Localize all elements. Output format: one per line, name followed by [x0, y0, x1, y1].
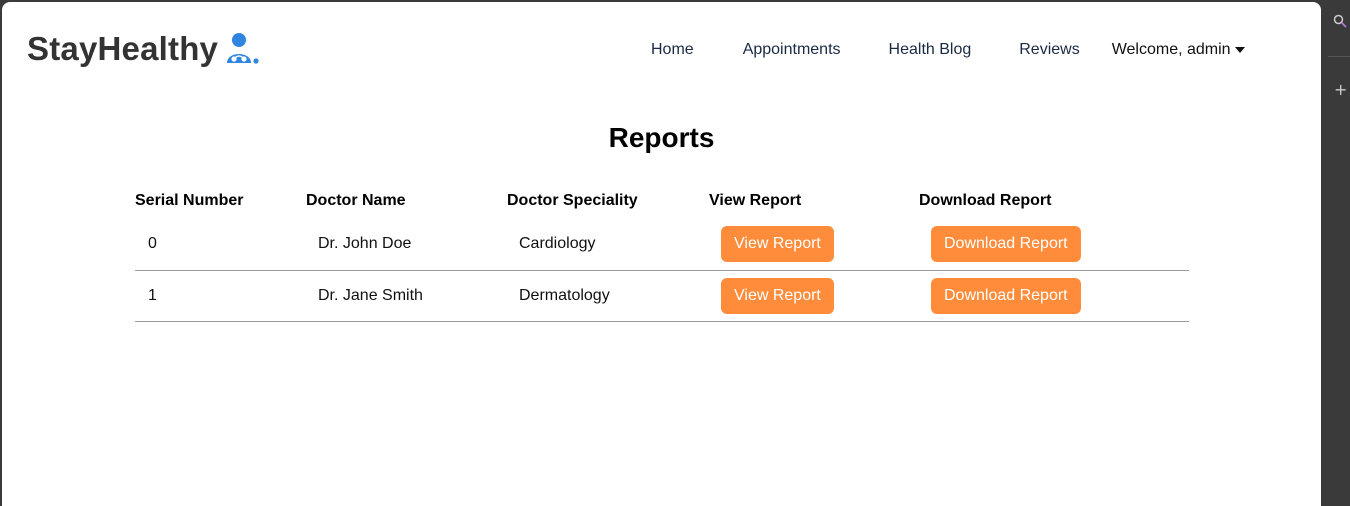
- download-report-button[interactable]: Download Report: [931, 277, 1081, 314]
- view-report-button[interactable]: View Report: [721, 226, 834, 263]
- reports-table: Serial Number Doctor Name Doctor Special…: [135, 183, 1189, 322]
- header-view-report: View Report: [709, 192, 802, 209]
- header-doctor-speciality: Doctor Speciality: [507, 192, 638, 209]
- page-title: Reports: [608, 122, 715, 153]
- welcome-text: Welcome, admin: [1111, 41, 1231, 58]
- caret-down-icon: [1234, 47, 1245, 53]
- doctor-icon: [227, 33, 259, 64]
- page: StayHealthy Home Appointments Health Blo…: [2, 2, 1321, 506]
- user-menu-dropdown[interactable]: Welcome, admin: [1112, 41, 1245, 59]
- download-report-button[interactable]: Download Report: [931, 226, 1081, 263]
- cell-doctor-name: Dr. John Doe: [306, 219, 507, 271]
- view-report-button[interactable]: View Report: [721, 277, 834, 314]
- header-doctor-name: Doctor Name: [306, 192, 406, 209]
- nav-appointments-link[interactable]: Appointments: [743, 41, 841, 59]
- nav-links: Home Appointments Health Blog Reviews We…: [651, 41, 1245, 59]
- nav-health-blog-link[interactable]: Health Blog: [889, 41, 972, 59]
- cell-download: Download Report: [919, 270, 1189, 322]
- table-header-row: Serial Number Doctor Name Doctor Special…: [135, 183, 1189, 219]
- cell-view: View Report: [709, 270, 919, 322]
- cell-speciality: Dermatology: [507, 270, 709, 322]
- cell-serial: 0: [135, 219, 306, 271]
- nav-home-link[interactable]: Home: [651, 41, 694, 59]
- plus-icon[interactable]: +: [1334, 80, 1347, 99]
- navbar: StayHealthy Home Appointments Health Blo…: [2, 2, 1321, 98]
- cell-download: Download Report: [919, 219, 1189, 271]
- table-row: 1 Dr. Jane Smith Dermatology View Report…: [135, 270, 1189, 322]
- cell-speciality: Cardiology: [507, 219, 709, 271]
- cell-doctor-name: Dr. Jane Smith: [306, 270, 507, 322]
- nav-reviews-link[interactable]: Reviews: [1019, 41, 1079, 59]
- header-download-report: Download Report: [919, 192, 1052, 209]
- cell-serial: 1: [135, 270, 306, 322]
- cell-view: View Report: [709, 219, 919, 271]
- brand-name: StayHealthy: [27, 30, 219, 67]
- header-serial-number: Serial Number: [135, 192, 244, 209]
- brand-logo[interactable]: StayHealthy: [27, 30, 260, 68]
- side-divider: [1328, 56, 1350, 57]
- search-icon[interactable]: [1333, 14, 1347, 28]
- browser-side-panel: [1321, 0, 1350, 506]
- table-row: 0 Dr. John Doe Cardiology View Report Do…: [135, 219, 1189, 271]
